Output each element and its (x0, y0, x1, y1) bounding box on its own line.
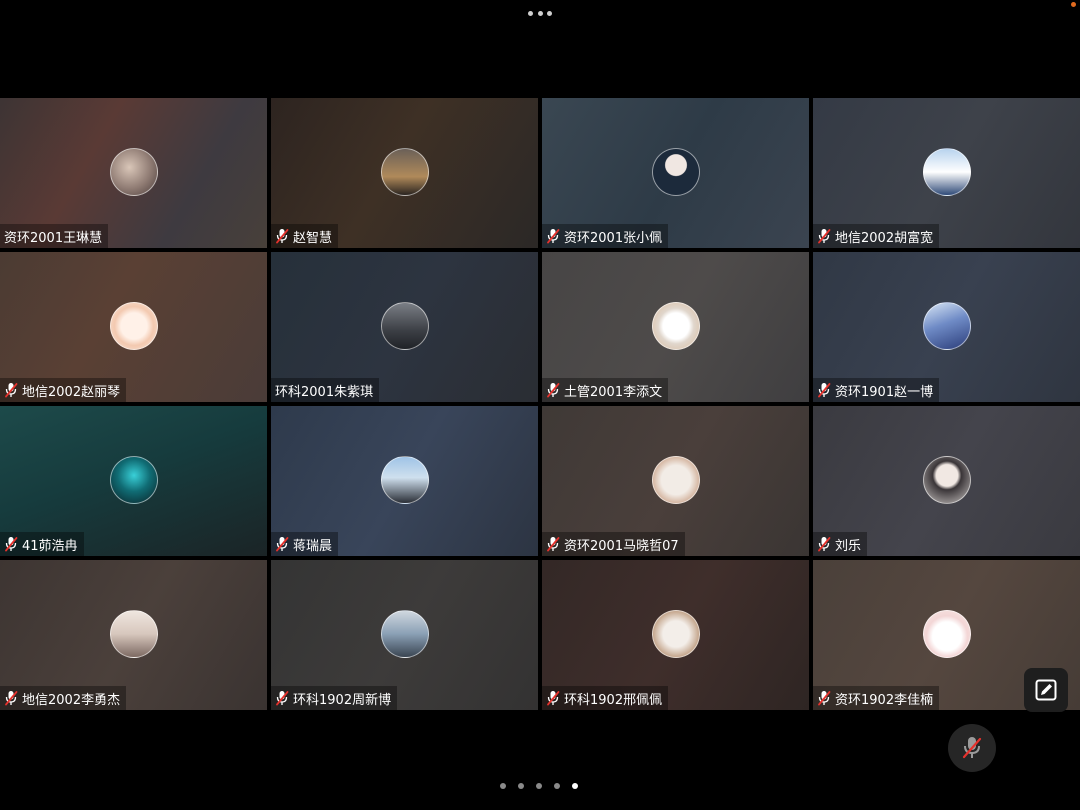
avatar (380, 148, 429, 196)
participant-tile[interactable]: 资环1901赵一博 (813, 252, 1080, 402)
avatar (651, 456, 700, 504)
participant-tile[interactable]: 地信2002李勇杰 (0, 560, 267, 710)
participant-label: 资环1902李佳楠 (813, 686, 940, 710)
mic-muted-icon (818, 691, 831, 706)
participant-name: 资环1901赵一博 (835, 384, 934, 400)
more-options-icon[interactable] (528, 9, 552, 17)
participant-tile[interactable]: 环科2001朱紫琪 (271, 252, 538, 402)
avatar (380, 302, 429, 350)
avatar (651, 610, 700, 658)
participant-label: 环科1902周新博 (271, 686, 398, 710)
participant-label: 地信2002胡富宽 (813, 224, 940, 248)
participant-label: 刘乐 (813, 532, 868, 556)
participant-tile[interactable]: 资环2001马晓哲07 (542, 406, 809, 556)
mic-muted-icon (547, 229, 560, 244)
mic-muted-icon (276, 229, 289, 244)
participant-name: 地信2002胡富宽 (835, 230, 934, 246)
page-dot[interactable] (572, 783, 578, 789)
participant-label: 41茆浩冉 (0, 532, 84, 556)
pen-icon (1035, 679, 1057, 701)
mic-muted-icon (818, 537, 831, 552)
participant-tile[interactable]: 地信2002胡富宽 (813, 98, 1080, 248)
page-indicator[interactable] (500, 783, 578, 789)
avatar (651, 148, 700, 196)
mic-muted-button[interactable] (948, 724, 996, 772)
participant-name: 地信2002赵丽琴 (22, 384, 121, 400)
participant-name: 环科1902周新博 (293, 692, 392, 708)
mic-muted-icon (547, 691, 560, 706)
participant-tile[interactable]: 土管2001李添文 (542, 252, 809, 402)
participant-label: 资环2001王琳慧 (0, 224, 109, 248)
participant-name: 环科1902邢佩佩 (564, 692, 663, 708)
mic-muted-icon (5, 537, 18, 552)
avatar (109, 456, 158, 504)
mic-muted-icon (818, 383, 831, 398)
participant-tile[interactable]: 环科1902邢佩佩 (542, 560, 809, 710)
avatar (922, 456, 971, 504)
avatar (922, 610, 971, 658)
page-dot[interactable] (536, 783, 542, 789)
mic-muted-icon (818, 229, 831, 244)
participant-label: 环科2001朱紫琪 (271, 378, 380, 402)
participant-tile[interactable]: 赵智慧 (271, 98, 538, 248)
avatar (651, 302, 700, 350)
mic-muted-icon (5, 383, 18, 398)
participant-tile[interactable]: 资环2001王琳慧 (0, 98, 267, 248)
mic-muted-icon (5, 691, 18, 706)
participant-name: 资环2001张小佩 (564, 230, 663, 246)
participant-label: 资环2001马晓哲07 (542, 532, 685, 556)
avatar (380, 456, 429, 504)
participant-label: 赵智慧 (271, 224, 339, 248)
status-dot (1071, 2, 1076, 7)
avatar (380, 610, 429, 658)
participant-tile[interactable]: 蒋瑞晨 (271, 406, 538, 556)
mic-muted-icon (276, 537, 289, 552)
participant-tile[interactable]: 地信2002赵丽琴 (0, 252, 267, 402)
page-dot[interactable] (554, 783, 560, 789)
participant-tile[interactable]: 环科1902周新博 (271, 560, 538, 710)
participant-name: 蒋瑞晨 (293, 538, 333, 554)
avatar (109, 610, 158, 658)
participant-name: 41茆浩冉 (22, 538, 78, 554)
participant-label: 地信2002李勇杰 (0, 686, 127, 710)
participant-name: 刘乐 (835, 538, 862, 554)
avatar (109, 148, 158, 196)
participant-label: 地信2002赵丽琴 (0, 378, 127, 402)
mic-muted-icon (276, 691, 289, 706)
page-dot[interactable] (518, 783, 524, 789)
participant-label: 资环2001张小佩 (542, 224, 669, 248)
mic-muted-icon (547, 383, 560, 398)
participant-name: 资环2001马晓哲07 (564, 538, 679, 554)
avatar (109, 302, 158, 350)
page-dot[interactable] (500, 783, 506, 789)
annotate-button[interactable] (1024, 668, 1068, 712)
participant-name: 土管2001李添文 (564, 384, 663, 400)
participant-tile[interactable]: 41茆浩冉 (0, 406, 267, 556)
participant-grid: 资环2001王琳慧 赵智慧 资环2001张小佩 地信2002胡富宽 地信2002赵丽琴环… (0, 98, 1080, 710)
participant-name: 地信2002李勇杰 (22, 692, 121, 708)
participant-tile[interactable]: 刘乐 (813, 406, 1080, 556)
participant-name: 资环1902李佳楠 (835, 692, 934, 708)
participant-label: 蒋瑞晨 (271, 532, 339, 556)
mic-off-icon (962, 737, 982, 759)
participant-label: 环科1902邢佩佩 (542, 686, 669, 710)
participant-name: 资环2001王琳慧 (4, 230, 103, 246)
participant-name: 环科2001朱紫琪 (275, 384, 374, 400)
participant-tile[interactable]: 资环2001张小佩 (542, 98, 809, 248)
avatar (922, 302, 971, 350)
participant-label: 资环1901赵一博 (813, 378, 940, 402)
avatar (922, 148, 971, 196)
mic-muted-icon (547, 537, 560, 552)
participant-name: 赵智慧 (293, 230, 333, 246)
participant-label: 土管2001李添文 (542, 378, 669, 402)
